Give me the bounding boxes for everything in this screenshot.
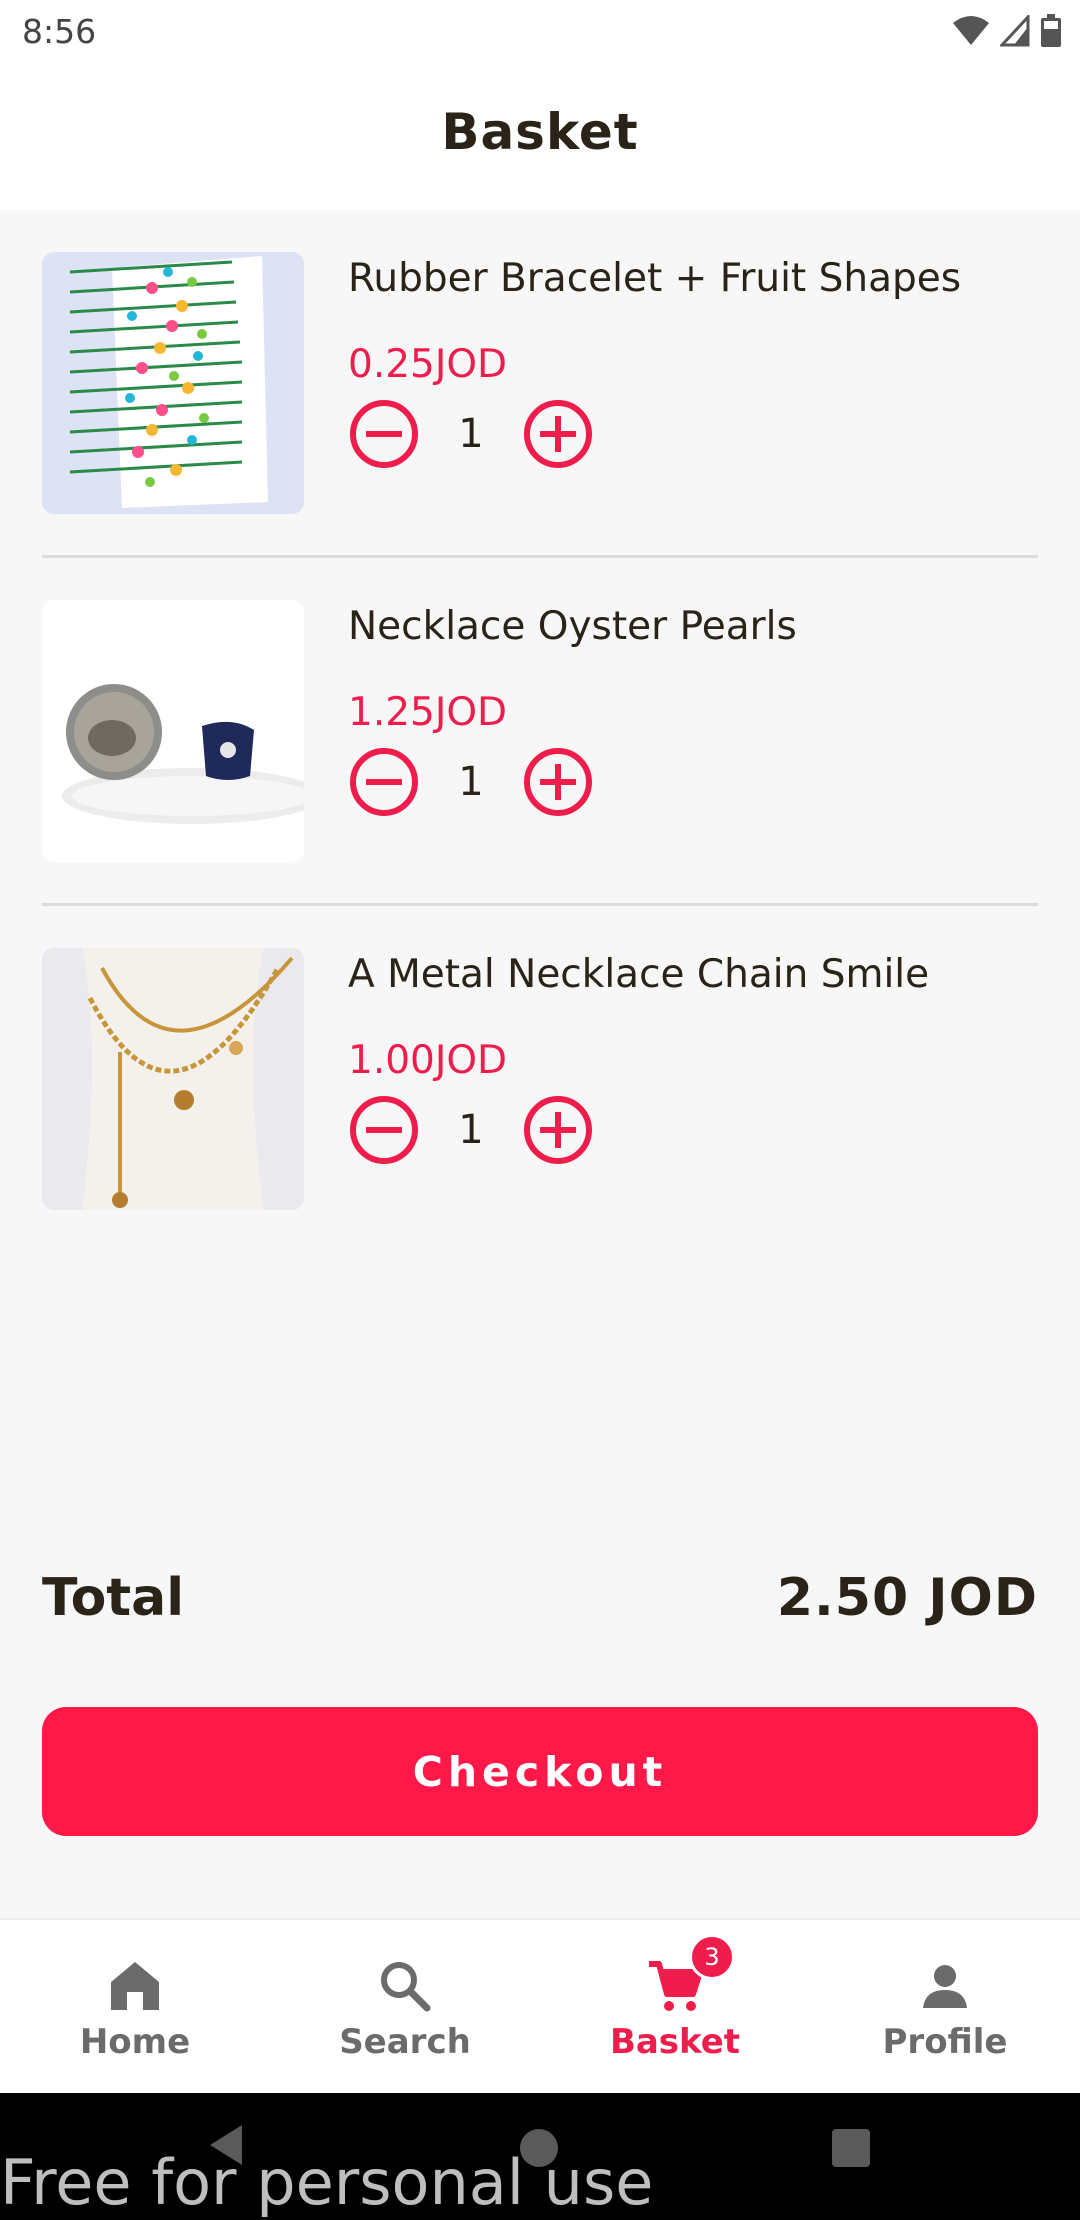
quantity-stepper: 1 — [348, 746, 594, 818]
decrement-button[interactable] — [348, 398, 420, 470]
status-icons — [952, 14, 1062, 48]
total-row: Total 2.50 JOD — [42, 1568, 1038, 1628]
nav-label-search: Search — [339, 2022, 471, 2062]
home-icon — [111, 1962, 159, 2010]
signal-icon — [1000, 15, 1030, 47]
quantity-stepper: 1 — [348, 398, 594, 470]
nav-item-home[interactable]: Home — [0, 1920, 270, 2093]
recents-button[interactable] — [832, 2129, 870, 2167]
increment-button[interactable] — [522, 1094, 594, 1166]
item-name: Necklace Oyster Pearls — [348, 604, 797, 649]
cart-item[interactable]: A Metal Necklace Chain Smile 1.00JOD 1 — [42, 906, 1038, 1254]
quantity-stepper: 1 — [348, 1094, 594, 1166]
decrement-button[interactable] — [348, 746, 420, 818]
total-value: 2.50 JOD — [776, 1568, 1038, 1628]
product-image-oyster-pearls[interactable] — [42, 600, 304, 862]
item-name: Rubber Bracelet + Fruit Shapes — [348, 256, 962, 301]
checkout-button[interactable]: Checkout — [42, 1707, 1038, 1836]
nav-label-home: Home — [79, 2022, 191, 2062]
search-icon — [381, 1962, 431, 2012]
nav-item-search[interactable]: Search — [270, 1920, 540, 2093]
wifi-icon — [953, 16, 989, 45]
status-bar: 8:56 — [0, 0, 1080, 64]
product-image-bracelet[interactable] — [42, 252, 304, 514]
bottom-nav: Home Search 3 Basket Profile — [0, 1918, 1080, 2093]
decrement-button[interactable] — [348, 1094, 420, 1166]
cart-item[interactable]: Rubber Bracelet + Fruit Shapes 0.25JOD 1 — [42, 210, 1038, 558]
nav-label-basket: Basket — [609, 2022, 741, 2062]
item-name: A Metal Necklace Chain Smile — [348, 952, 930, 997]
quantity-value: 1 — [458, 1107, 484, 1153]
app-header: Basket — [0, 64, 1080, 210]
watermark: Free for personal use — [0, 2146, 654, 2219]
product-image-metal-necklace[interactable] — [42, 948, 304, 1210]
nav-item-profile[interactable]: Profile — [810, 1920, 1080, 2093]
item-price: 1.00JOD — [348, 1038, 508, 1083]
cart-badge: 3 — [689, 1934, 735, 1980]
person-icon — [923, 1965, 967, 2008]
status-time: 8:56 — [22, 12, 97, 51]
nav-item-basket[interactable]: 3 Basket — [540, 1920, 810, 2093]
quantity-value: 1 — [458, 411, 484, 457]
increment-button[interactable] — [522, 746, 594, 818]
increment-button[interactable] — [522, 398, 594, 470]
page-title: Basket — [441, 103, 639, 161]
quantity-value: 1 — [458, 759, 484, 805]
nav-label-profile: Profile — [882, 2022, 1008, 2062]
item-price: 1.25JOD — [348, 690, 508, 735]
item-price: 0.25JOD — [348, 342, 508, 387]
cart-item[interactable]: Necklace Oyster Pearls 1.25JOD 1 — [42, 558, 1038, 906]
total-label: Total — [42, 1568, 185, 1628]
battery-icon — [1041, 14, 1061, 47]
